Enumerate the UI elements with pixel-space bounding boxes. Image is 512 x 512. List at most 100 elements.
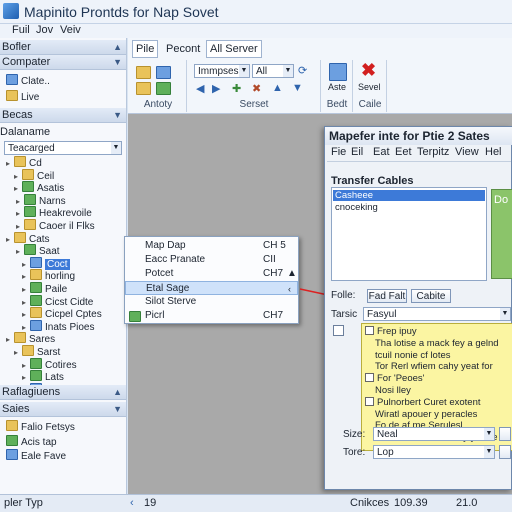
tree-item[interactable]: ▸ Heakrevoile (16, 206, 92, 219)
list-item[interactable]: Eale Fave (6, 449, 66, 462)
list-item[interactable]: cnoceking (335, 202, 378, 213)
section-header[interactable]: Becas ▼ (0, 108, 126, 123)
paste-icon[interactable] (156, 82, 171, 95)
tree-item[interactable]: ▸ Saat (16, 244, 60, 257)
expand-icon[interactable]: ▸ (22, 361, 30, 370)
expand-icon[interactable]: ▸ (16, 197, 24, 206)
expand-icon[interactable]: ▸ (22, 272, 30, 281)
arrow-right-icon[interactable]: ▶ (212, 82, 220, 95)
checkbox[interactable] (365, 373, 374, 383)
arrow-down-icon[interactable]: ▼ (292, 82, 303, 94)
delete-icon[interactable]: ✖ (252, 82, 261, 95)
refresh-icon[interactable]: ⟳ (298, 64, 307, 77)
list-item-selected[interactable]: Casheee (333, 190, 485, 201)
expand-icon[interactable]: ▸ (16, 247, 24, 256)
dialog-menu-item[interactable]: Eat (373, 146, 390, 158)
expand-icon[interactable]: ▸ (22, 260, 30, 269)
dialog-menu-item[interactable]: Fie (331, 146, 346, 158)
chevron-down-icon[interactable]: ▼ (484, 428, 494, 440)
tree-item[interactable]: ▸ Caoer il Flks (16, 219, 95, 232)
chevron-down-icon[interactable]: ▼ (239, 65, 249, 77)
list-item[interactable]: Acis tap (6, 435, 57, 448)
section-header[interactable]: Compater ▼ (0, 55, 126, 70)
tab-recent[interactable]: Pecont (162, 40, 204, 58)
expand-icon[interactable]: ▸ (22, 310, 30, 319)
folder-icon[interactable] (136, 82, 151, 95)
tree-item[interactable]: ▸ Narns (16, 193, 66, 207)
collapse-icon[interactable]: ▼ (113, 402, 122, 417)
tree-item[interactable]: ▸ Inats Pioes (22, 319, 94, 333)
format-combo[interactable]: Fasyul ▼ (363, 307, 511, 321)
collapse-icon[interactable]: ▲ (113, 40, 122, 55)
tree-item[interactable]: ▸ Sares (6, 332, 55, 345)
size-more-button[interactable] (499, 427, 511, 441)
cables-list[interactable]: Casheee cnoceking (331, 187, 487, 281)
expand-icon[interactable]: ▸ (6, 335, 14, 344)
chevron-down-icon[interactable]: ▼ (484, 446, 494, 458)
tree-item[interactable]: ▸ Cicst Cidte (22, 294, 93, 308)
expand-icon[interactable]: ▸ (22, 298, 30, 307)
menu-item[interactable]: Picrl CH7 (125, 309, 298, 323)
dialog-menu-item[interactable]: Eil (351, 146, 363, 158)
tree-item[interactable]: ▸ Cats (6, 231, 50, 245)
menu-view[interactable]: Jov (36, 24, 53, 36)
tree-item[interactable]: ▸ Paile (22, 282, 67, 295)
copy-icon[interactable] (156, 66, 171, 79)
expand-icon[interactable]: ▸ (14, 348, 22, 357)
chevron-down-icon[interactable]: ▼ (500, 308, 510, 320)
arrow-left-icon[interactable]: ‹ (130, 497, 134, 509)
tree-item[interactable]: ▸ Ceil (14, 168, 54, 182)
dialog-menu-item[interactable]: Hel (485, 146, 502, 158)
chevron-down-icon[interactable]: ▼ (283, 65, 293, 77)
group-edit[interactable]: Aste Bedt (322, 60, 353, 112)
expand-icon[interactable]: ▸ (14, 184, 22, 193)
checkbox[interactable] (333, 325, 344, 336)
expand-icon[interactable]: ▸ (22, 373, 30, 382)
type-combo[interactable]: Lop ▼ (373, 445, 495, 459)
tree-item[interactable]: ▸ Sarst (14, 345, 60, 358)
menu-item-highlighted[interactable]: Etal Sage ‹ (125, 281, 298, 295)
expand-icon[interactable]: ▸ (22, 323, 30, 332)
checkbox[interactable] (365, 396, 374, 406)
collapse-icon[interactable]: ▼ (113, 108, 122, 123)
tab-all-server[interactable]: All Server (206, 40, 262, 58)
collapse-icon[interactable]: ▼ (113, 55, 122, 70)
arrow-left-icon[interactable]: ◀ (196, 82, 204, 95)
list-item[interactable]: Falio Fetsys (6, 420, 75, 433)
expand-icon[interactable]: ▸ (6, 159, 14, 168)
tree-item[interactable]: ▸ Cotires (22, 357, 77, 371)
tree-item-selected[interactable]: ▸ Coct (22, 256, 70, 270)
tree-item[interactable]: ▸ horling (22, 269, 75, 282)
expand-icon[interactable]: ▸ (22, 285, 30, 294)
collapse-icon[interactable]: ▲ (113, 385, 122, 400)
add-icon[interactable]: ✚ (232, 82, 241, 95)
list-item[interactable]: Live (6, 90, 39, 103)
section-header[interactable]: Raflagiuens ▲ (0, 385, 126, 400)
list-item[interactable]: Clate.. (6, 74, 50, 87)
open-icon[interactable] (136, 66, 151, 79)
server-combo[interactable]: Immpses ▼ (194, 64, 250, 78)
type-more-button[interactable] (499, 445, 511, 459)
menu-item[interactable]: Eacc Pranate CII (125, 253, 298, 267)
expand-icon[interactable]: ▸ (16, 209, 24, 218)
menu-help[interactable]: Veiv (60, 24, 81, 36)
arrow-up-icon[interactable]: ▲ (272, 82, 283, 94)
section-header[interactable]: Saies ▼ (0, 402, 126, 417)
scope-combo[interactable]: All ▼ (252, 64, 294, 78)
menu-file[interactable]: Fuil (12, 24, 30, 36)
cabite-button[interactable]: Cabite (411, 289, 451, 303)
menu-item[interactable]: Map Dap CH 5 (125, 239, 298, 253)
tree-item[interactable]: ▸ Asatis (14, 181, 64, 194)
checkbox[interactable] (365, 326, 374, 335)
fad-button[interactable]: Fad Falt (367, 289, 407, 303)
expand-icon[interactable]: ▸ (14, 172, 22, 181)
group-cancel[interactable]: ✖ Sevel Caile (354, 60, 387, 112)
tab-file[interactable]: Pile (132, 40, 159, 58)
dialog-menu-item[interactable]: Eet (395, 146, 412, 158)
chevron-down-icon[interactable]: ▼ (111, 142, 121, 154)
expand-icon[interactable]: ▸ (16, 222, 24, 231)
menu-item[interactable]: Potcet CH7 ▲ (125, 267, 298, 281)
tree-item[interactable]: ▸ Cicpel Cptes (22, 307, 102, 320)
dialog-menu-item[interactable]: Terpitz (417, 146, 449, 158)
section-header[interactable]: Bofler ▲ (0, 40, 126, 55)
